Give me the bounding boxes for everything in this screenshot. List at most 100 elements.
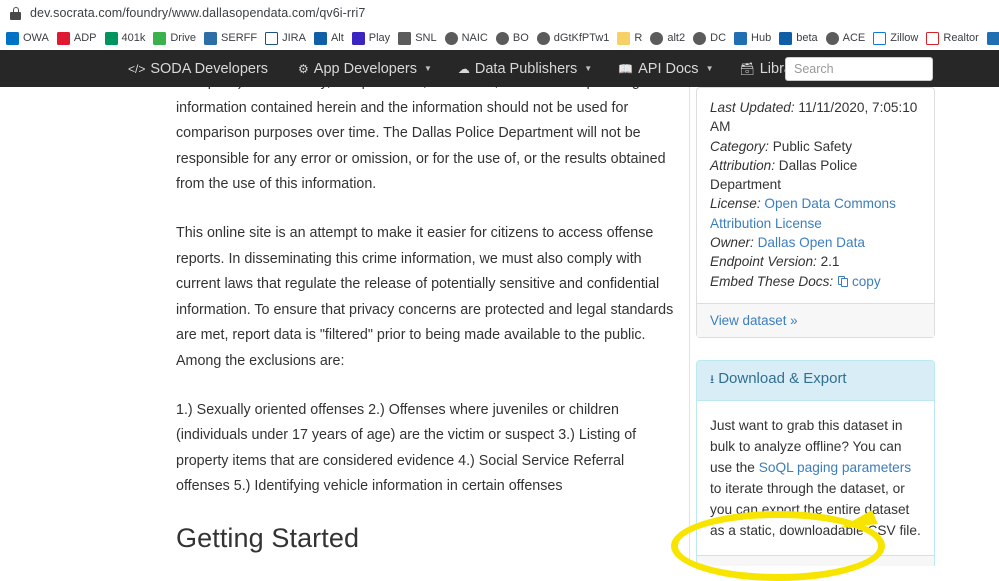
download-export-body: Just want to grab this dataset in bulk t… xyxy=(697,401,934,555)
bookmark-label: Realtor xyxy=(943,32,978,45)
metadata-key: Category: xyxy=(710,139,769,154)
nav-item-data-publishers[interactable]: ☁ Data Publishers ▼ xyxy=(458,61,592,77)
metadata-list: Last Updated: 11/11/2020, 7:05:10 AM Cat… xyxy=(697,88,934,303)
bookmark-item[interactable]: IRM xyxy=(984,28,999,49)
nav-brand-soda-developers[interactable]: </> SODA Developers xyxy=(128,61,268,77)
realtor-icon xyxy=(926,32,939,45)
globe-icon xyxy=(537,32,550,45)
bookmark-item[interactable]: DC xyxy=(690,28,731,49)
bookmark-item[interactable]: Play xyxy=(349,28,395,49)
view-dataset-footer: View dataset » xyxy=(697,303,934,337)
download-export-header: ⭳Download & Export xyxy=(697,361,934,401)
bookmark-label: Hub xyxy=(751,32,771,45)
metadata-key: License: xyxy=(710,196,761,211)
jira-icon xyxy=(265,32,278,45)
soql-paging-parameters-link[interactable]: SoQL paging parameters xyxy=(759,460,911,475)
bookmark-item[interactable]: ACE xyxy=(823,28,871,49)
copy-icon[interactable] xyxy=(838,276,849,288)
page-body: or implied) the accuracy, completeness, … xyxy=(0,87,999,566)
adp-icon xyxy=(57,32,70,45)
copy-link[interactable]: copy xyxy=(852,274,881,289)
bookmark-label: Alt xyxy=(331,32,344,45)
bookmark-item[interactable]: 401k xyxy=(102,28,151,49)
sidebar: Last Updated: 11/11/2020, 7:05:10 AM Cat… xyxy=(696,87,935,566)
bookmark-item[interactable]: OWA xyxy=(3,28,54,49)
globe-icon xyxy=(693,32,706,45)
bookmark-item[interactable]: NAIC xyxy=(442,28,493,49)
bookmark-item[interactable]: R xyxy=(614,28,647,49)
bookmark-item[interactable]: Alt xyxy=(311,28,349,49)
owner-link[interactable]: Dallas Open Data xyxy=(754,235,865,250)
metadata-key: Endpoint Version: xyxy=(710,254,817,269)
bookmark-label: NAIC xyxy=(462,32,488,45)
play-icon xyxy=(352,32,365,45)
irm-icon xyxy=(987,32,999,45)
bookmark-item[interactable]: Zillow xyxy=(870,28,923,49)
zillow-icon xyxy=(873,32,886,45)
search-input[interactable] xyxy=(785,57,933,81)
metadata-row-last-updated: Last Updated: 11/11/2020, 7:05:10 AM xyxy=(710,98,921,137)
dataset-metadata-panel: Last Updated: 11/11/2020, 7:05:10 AM Cat… xyxy=(696,87,935,338)
alteryx-icon xyxy=(314,32,327,45)
metadata-value: 2.1 xyxy=(817,254,840,269)
bookmark-label: Drive xyxy=(170,32,196,45)
chevron-down-icon: ▼ xyxy=(424,64,432,73)
chevron-down-icon: ▼ xyxy=(584,64,592,73)
bookmark-item[interactable]: Drive xyxy=(150,28,201,49)
metadata-key: Embed These Docs: xyxy=(710,274,833,289)
doc-paragraph: 1.) Sexually oriented offenses 2.) Offen… xyxy=(176,398,680,500)
lock-icon xyxy=(10,7,21,20)
bookmark-label: ACE xyxy=(843,32,866,45)
bookmark-label: Play xyxy=(369,32,390,45)
metadata-row-attribution: Attribution: Dallas Police Department xyxy=(710,156,921,195)
nav-brand-label: SODA Developers xyxy=(150,61,268,77)
hub-icon xyxy=(734,32,747,45)
alteryx-icon xyxy=(779,32,792,45)
doc-paragraph: or implied) the accuracy, completeness, … xyxy=(176,87,680,198)
gears-icon: ⚙ xyxy=(298,62,309,76)
bookmark-label: BO xyxy=(513,32,529,45)
bookmark-item[interactable]: JIRA xyxy=(262,28,311,49)
url-text: dev.socrata.com/foundry/www.dallasopenda… xyxy=(30,6,365,20)
bookmark-item[interactable]: Realtor xyxy=(923,28,983,49)
bookmark-item[interactable]: beta xyxy=(776,28,822,49)
download-icon: ⭳ xyxy=(710,372,714,386)
metadata-key: Attribution: xyxy=(710,158,775,173)
nav-item-app-developers[interactable]: ⚙ App Developers ▼ xyxy=(298,61,432,77)
folder-icon xyxy=(617,32,630,45)
download-export-panel: ⭳Download & Export Just want to grab thi… xyxy=(696,360,935,566)
bookmark-label: Zillow xyxy=(890,32,918,45)
metadata-value: Public Safety xyxy=(769,139,852,154)
address-bar[interactable]: dev.socrata.com/foundry/www.dallasopenda… xyxy=(0,0,999,27)
bookmark-item[interactable]: ADP xyxy=(54,28,102,49)
metadata-row-embed-these-docs: Embed These Docs: copy xyxy=(710,272,921,291)
documentation-column: or implied) the accuracy, completeness, … xyxy=(0,87,690,566)
globe-icon xyxy=(496,32,509,45)
export-csv-footer: Export dataset as CSV » xyxy=(697,555,934,566)
library-icon: 🗃 xyxy=(739,62,754,76)
chevron-down-icon: ▼ xyxy=(706,64,714,73)
bookmark-item[interactable]: SERFF xyxy=(201,28,262,49)
metadata-row-owner: Owner: Dallas Open Data xyxy=(710,233,921,252)
bookmark-label: beta xyxy=(796,32,817,45)
bookmark-item[interactable]: Hub xyxy=(731,28,776,49)
text-fragment: to iterate through the dataset, or you c… xyxy=(710,481,921,538)
bookmark-item[interactable]: BO xyxy=(493,28,534,49)
bookmark-label: OWA xyxy=(23,32,49,45)
bookmarks-bar: OWA ADP 401k Drive SERFFJIRA Alt Play SNL NAIC BO… xyxy=(0,27,999,50)
bookmark-item[interactable]: SNL xyxy=(395,28,441,49)
browser-chrome: dev.socrata.com/foundry/www.dallasopenda… xyxy=(0,0,999,50)
bookmark-item[interactable]: alt2 xyxy=(647,28,690,49)
snl-icon xyxy=(398,32,411,45)
book-icon: 📖 xyxy=(618,62,633,76)
site-navbar: </> SODA Developers ⚙ App Developers ▼ ☁… xyxy=(0,50,999,87)
view-dataset-link[interactable]: View dataset » xyxy=(710,313,798,328)
bookmark-label: R xyxy=(634,32,642,45)
nav-item-label: API Docs xyxy=(638,61,698,77)
bookmark-label: 401k xyxy=(122,32,146,45)
metadata-key: Last Updated: xyxy=(710,100,795,115)
bookmark-item[interactable]: dGtKfPTw1 xyxy=(534,28,615,49)
nav-item-api-docs[interactable]: 📖 API Docs ▼ xyxy=(618,61,713,77)
google-drive-icon xyxy=(153,32,166,45)
section-title-getting-started: Getting Started xyxy=(176,523,680,554)
